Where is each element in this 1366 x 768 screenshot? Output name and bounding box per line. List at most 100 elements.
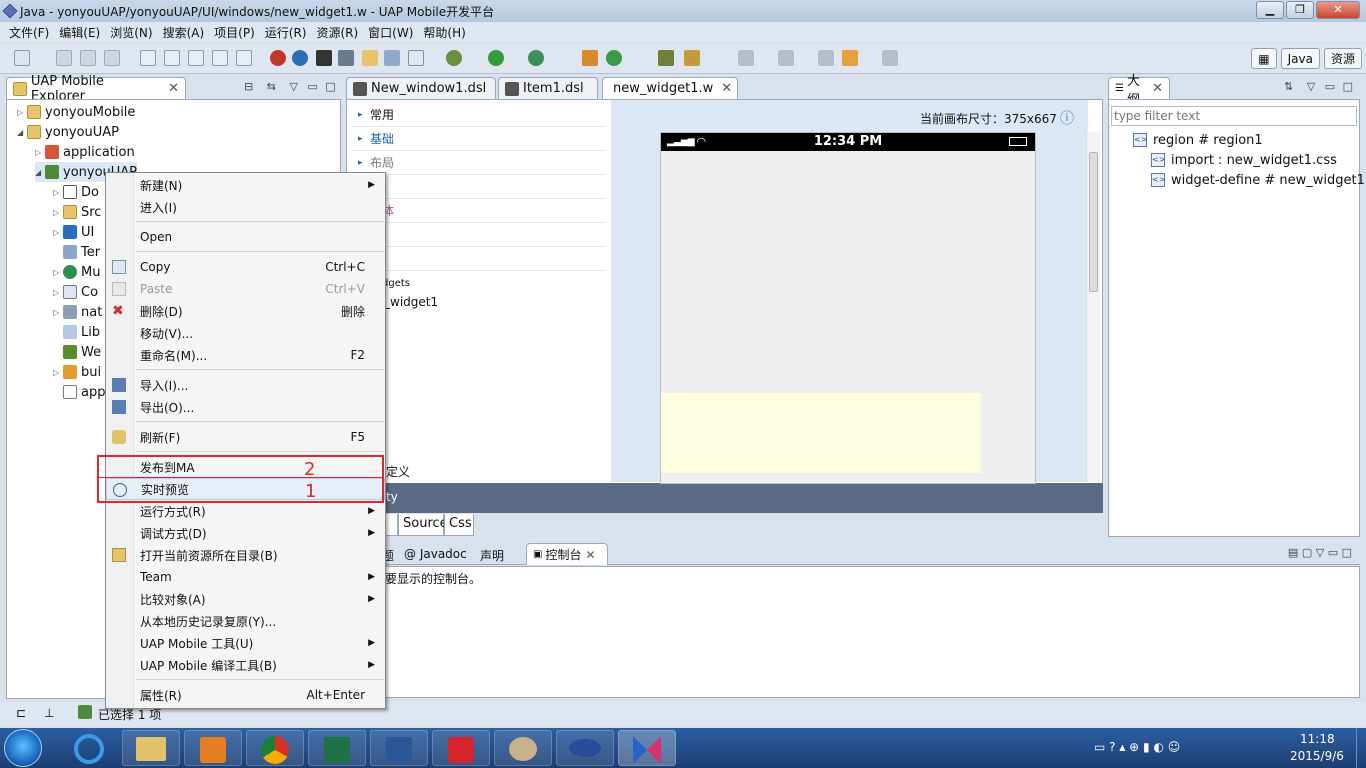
new-project-icon[interactable] <box>582 50 598 66</box>
maximize-button[interactable]: ❐ <box>1286 1 1314 19</box>
outline-item[interactable]: <> import : new_widget1.css <box>1151 150 1337 170</box>
tab-item1-dsl[interactable]: Item1.dsl <box>498 77 598 99</box>
menu-navigate[interactable]: 浏览(N) <box>105 24 157 41</box>
page-icon[interactable] <box>212 50 228 66</box>
menu-item-compare-with[interactable]: 比较对象(A) ▶ <box>106 588 385 610</box>
app-g-icon[interactable] <box>432 730 490 766</box>
canvas-scrollbar[interactable] <box>1086 132 1100 482</box>
menu-item-properties[interactable]: 属性(R) Alt+Enter <box>106 684 385 706</box>
menu-window[interactable]: 窗口(W) <box>363 24 418 41</box>
expand-arrow-icon[interactable]: ▷ <box>17 108 27 117</box>
tab-css[interactable]: Css <box>444 514 474 536</box>
menu-item-import[interactable]: 导入(I)... <box>106 374 385 396</box>
maximize-view-icon[interactable]: □ <box>325 80 335 93</box>
collapse-arrow-icon[interactable]: ◢ <box>17 128 27 137</box>
chrome-icon[interactable] <box>246 730 304 766</box>
maximize-view-icon[interactable]: □ <box>1342 546 1352 559</box>
minimize-view-icon[interactable]: ▭ <box>1325 80 1335 93</box>
widget-region[interactable] <box>661 393 981 473</box>
sort-icon[interactable]: ⇅ <box>1284 80 1293 93</box>
tab-javadoc[interactable]: @ Javadoc <box>404 547 467 561</box>
menu-item-uap-mobile-compile-tools[interactable]: UAP Mobile 编译工具(B) ▶ <box>106 654 385 676</box>
minimize-button[interactable]: ▁ <box>1256 1 1284 19</box>
prev-annotation-icon[interactable] <box>778 50 794 66</box>
menu-item-go-into[interactable]: 进入(I) <box>106 196 385 218</box>
outline-item[interactable]: <> region # region1 <box>1133 130 1263 150</box>
page-icon[interactable] <box>164 50 180 66</box>
search-icon[interactable] <box>292 50 308 66</box>
save-all-icon[interactable] <box>80 50 96 66</box>
palette-group[interactable]: 媒体 <box>352 199 605 223</box>
tab-declaration[interactable]: 声明 <box>480 547 504 564</box>
tree-item[interactable]: ▷ nat <box>53 302 102 322</box>
view-menu-icon[interactable]: ▽ <box>1316 546 1324 559</box>
refresh-icon[interactable] <box>606 50 622 66</box>
display-console-icon[interactable]: ▤ <box>1288 546 1298 559</box>
tree-item[interactable]: ▷ Mu <box>53 262 100 282</box>
start-button[interactable] <box>4 729 42 767</box>
page-icon[interactable] <box>140 50 156 66</box>
palette-group[interactable]: ▸ 常用 <box>352 103 605 127</box>
tree-item[interactable]: ▷ Src <box>53 202 101 222</box>
folder-icon[interactable] <box>362 50 378 66</box>
menu-help[interactable]: 帮助(H) <box>418 24 470 41</box>
close-icon[interactable]: ✕ <box>585 548 595 562</box>
menu-item-uap-mobile-tools[interactable]: UAP Mobile 工具(U) ▶ <box>106 632 385 654</box>
tab-console[interactable]: ▣ 控制台 ✕ <box>526 543 608 565</box>
excel-icon[interactable] <box>308 730 366 766</box>
minimize-view-icon[interactable]: ▭ <box>307 80 317 93</box>
explorer-tab[interactable]: UAP Mobile Explorer ✕ <box>6 74 186 104</box>
tree-item-yonyouuap[interactable]: ◢ yonyouUAP <box>17 122 119 142</box>
back-icon[interactable] <box>842 50 858 66</box>
run-tools-icon[interactable] <box>528 50 544 66</box>
tree-item-yonyoumobile[interactable]: ▷ yonyouMobile <box>17 102 135 122</box>
tree-item[interactable]: ▷ bui <box>53 362 101 382</box>
tree-item[interactable]: Ter <box>53 242 100 262</box>
expand-arrow-icon[interactable]: ▷ <box>53 308 63 317</box>
tab-new-widget1-w[interactable]: new_widget1.w ✕ <box>602 77 738 99</box>
new-icon[interactable] <box>14 50 30 66</box>
word-icon[interactable] <box>370 730 428 766</box>
run-icon[interactable] <box>488 50 504 66</box>
terminal-icon[interactable] <box>316 50 332 66</box>
menu-item-delete[interactable]: ✖ 删除(D) 删除 <box>106 300 385 322</box>
info-icon[interactable]: ⓘ <box>1060 108 1074 128</box>
palette-group[interactable]: ▸ 基础 <box>352 127 605 151</box>
view-menu-icon[interactable]: ▽ <box>1307 80 1315 93</box>
collapse-all-icon[interactable]: ⊟ <box>244 80 253 93</box>
menu-item-rename[interactable]: 重命名(M)... F2 <box>106 344 385 366</box>
paint-icon[interactable] <box>494 730 552 766</box>
perspective-resource[interactable]: 资源 <box>1323 48 1362 69</box>
maximize-view-icon[interactable]: □ <box>1343 80 1353 93</box>
save-icon[interactable] <box>56 50 72 66</box>
tree-item[interactable]: ▷ Co <box>53 282 98 302</box>
menu-item-restore-local-history[interactable]: 从本地历史记录复原(Y)... <box>106 610 385 632</box>
new-console-icon[interactable]: ▢ <box>1302 546 1312 559</box>
menu-item-copy[interactable]: Copy Ctrl+C <box>106 256 385 278</box>
page-icon[interactable] <box>236 50 252 66</box>
menu-edit[interactable]: 编辑(E) <box>54 24 105 41</box>
magnify-icon[interactable] <box>408 50 424 66</box>
next-annotation-icon[interactable] <box>738 50 754 66</box>
collapse-arrow-icon[interactable]: ◢ <box>35 168 45 177</box>
link-editor-icon[interactable]: ⇆ <box>267 80 276 93</box>
close-button[interactable]: ✕ <box>1316 1 1360 19</box>
expand-arrow-icon[interactable]: ▷ <box>53 288 63 297</box>
bug-icon[interactable] <box>270 50 286 66</box>
expand-arrow-icon[interactable]: ▷ <box>53 188 63 197</box>
expand-arrow-icon[interactable]: ▷ <box>53 368 63 377</box>
pin-icon[interactable]: ⊥ <box>44 706 54 720</box>
minimize-view-icon[interactable]: ▭ <box>1328 546 1338 559</box>
last-edit-icon[interactable] <box>818 50 834 66</box>
menu-file[interactable]: 文件(F) <box>4 24 54 41</box>
menu-item-refresh[interactable]: 刷新(F) F5 <box>106 426 385 448</box>
custom-group[interactable]: 定义 <box>386 463 410 480</box>
tree-item[interactable]: app <box>53 382 105 402</box>
fast-view-icon[interactable]: ⊏ <box>16 706 26 720</box>
tree-item[interactable]: ▷ Do <box>53 182 99 202</box>
scrollbar-thumb[interactable] <box>1089 152 1098 292</box>
menu-item-open-directory[interactable]: 打开当前资源所在目录(B) <box>106 544 385 566</box>
media-player-icon[interactable] <box>184 730 242 766</box>
menu-resource[interactable]: 资源(R) <box>311 24 363 41</box>
menu-item-move[interactable]: 移动(V)... <box>106 322 385 344</box>
